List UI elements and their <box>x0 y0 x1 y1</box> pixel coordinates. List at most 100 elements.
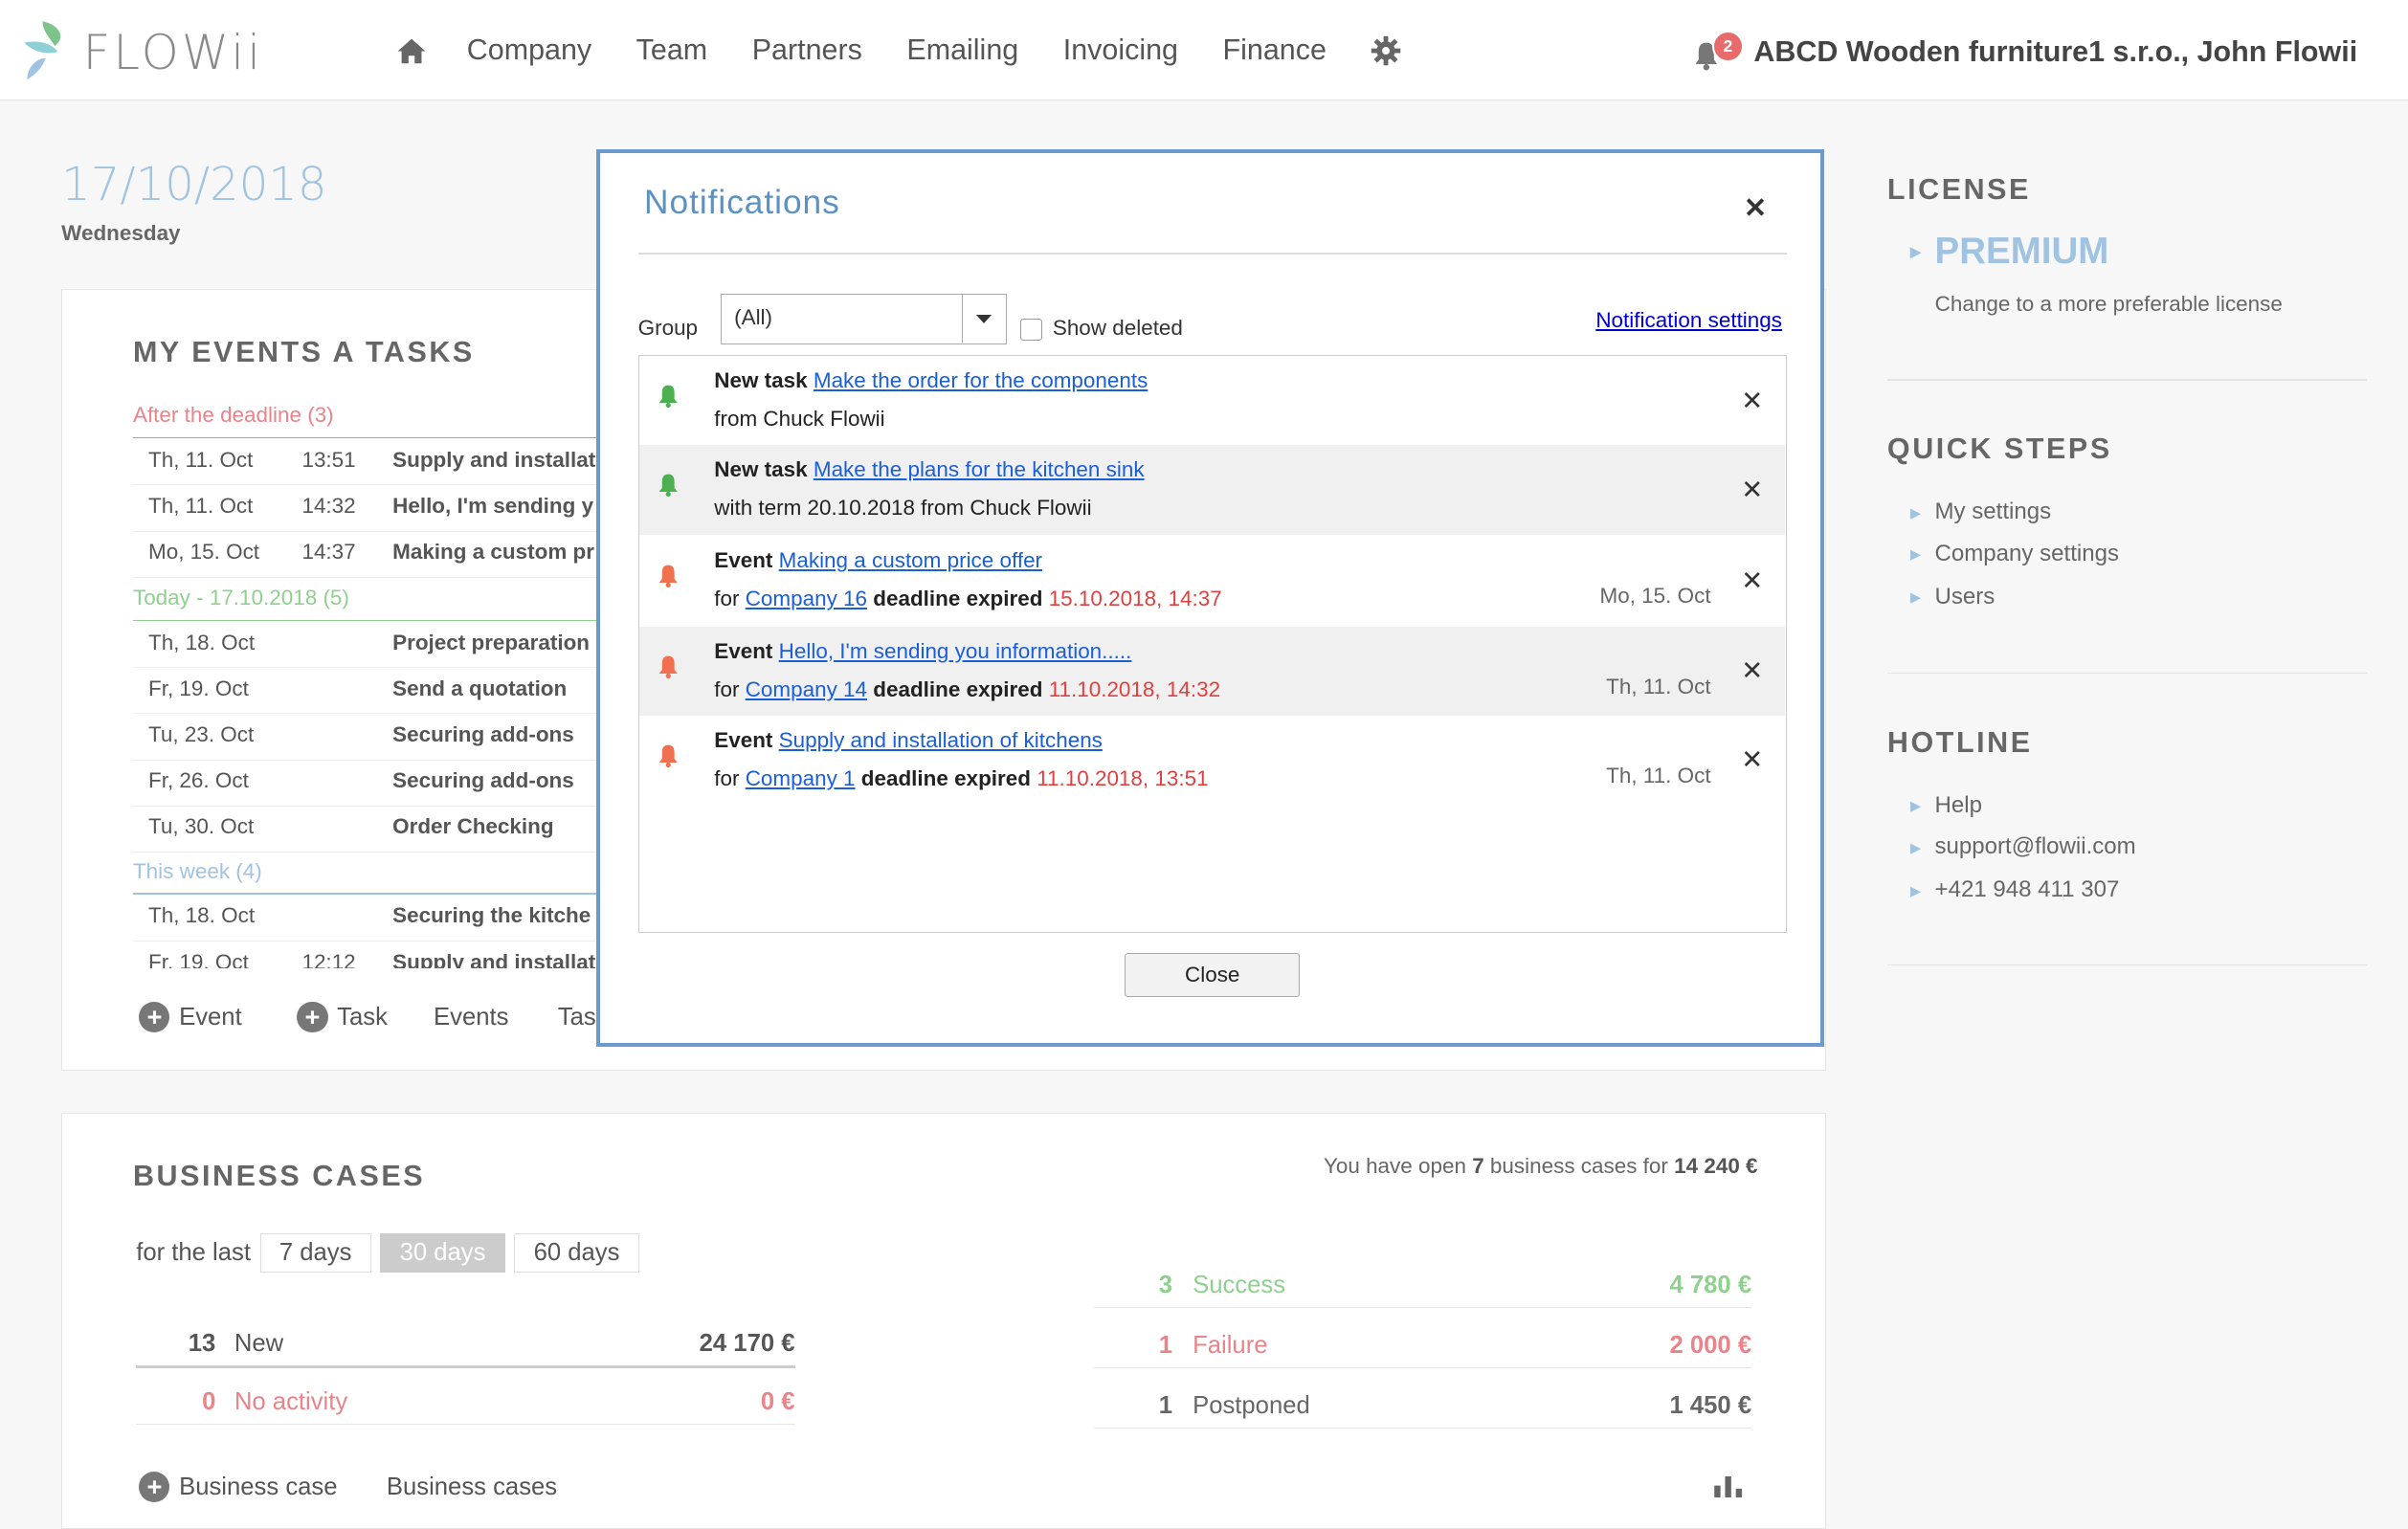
task-row[interactable]: Th, 18. Oct Securing the kitche <box>132 895 625 942</box>
close-icon[interactable]: ✕ <box>1741 386 1763 416</box>
notification-link[interactable]: Making a custom price offer <box>779 548 1042 572</box>
event-row[interactable]: Mo, 15. Oct 14:37 Making a custom pr <box>132 531 625 578</box>
notification-detail: for <box>714 676 746 701</box>
group-today[interactable]: Today - 17.10.2018 (5) <box>133 586 349 610</box>
nav-partners[interactable]: Partners <box>752 33 862 67</box>
flowii-logo[interactable]: FLOWii <box>21 15 282 83</box>
event-name: Hello, I'm sending y <box>392 494 594 519</box>
event-name: Making a custom pr <box>392 540 594 565</box>
notification-item[interactable]: Event Making a custom price offer for Co… <box>639 536 1785 625</box>
period-60-days-button[interactable]: 60 days <box>514 1233 639 1274</box>
task-date: Fr, 19. Oct <box>148 676 249 700</box>
hotline-label: Help <box>1934 791 1982 818</box>
hotline-email[interactable]: ▶ support@flowii.com <box>1910 833 2136 860</box>
group-after-deadline[interactable]: After the deadline (3) <box>133 403 334 428</box>
summary-count: 7 <box>1472 1153 1484 1178</box>
current-date: 17/10/2018 <box>61 158 327 212</box>
stat-postponed[interactable]: 1 Postponed 1 450 € <box>1094 1372 1752 1429</box>
nav-invoicing[interactable]: Invoicing <box>1063 33 1178 67</box>
task-row[interactable]: Fr, 19. Oct Send a quotation <box>132 667 625 715</box>
event-date: Th, 11. Oct <box>148 494 254 519</box>
main-nav: Company Team Partners Emailing Invoicing… <box>396 33 1405 67</box>
close-icon[interactable]: ✕ <box>1741 744 1763 775</box>
notification-link[interactable]: Hello, I'm sending you information..... <box>779 639 1132 663</box>
add-event-button[interactable]: Event <box>179 1004 242 1031</box>
close-button[interactable]: Close <box>1125 952 1301 998</box>
flowii-logo-icon <box>24 21 61 80</box>
triangle-right-icon: ▶ <box>1909 245 1922 261</box>
task-row[interactable]: Tu, 23. Oct Securing add-ons <box>132 713 625 761</box>
notification-link[interactable]: Make the order for the components <box>814 368 1148 392</box>
company-link[interactable]: Company 1 <box>746 766 856 790</box>
notification-settings-link[interactable]: Notification settings <box>1595 308 1782 333</box>
license-heading: LICENSE <box>1886 173 2031 207</box>
close-icon[interactable]: ✕ <box>1744 191 1767 225</box>
task-row[interactable]: Fr, 26. Oct Securing add-ons <box>132 760 625 807</box>
notification-item[interactable]: New task Make the plans for the kitchen … <box>638 445 1785 535</box>
show-deleted-label[interactable]: Show deleted <box>1053 316 1183 341</box>
show-deleted-checkbox[interactable] <box>1020 318 1042 341</box>
tasks-link[interactable]: Tas <box>558 1004 596 1031</box>
group-this-week[interactable]: This week (4) <box>133 859 262 884</box>
period-30-days-button[interactable]: 30 days <box>380 1233 505 1274</box>
task-row[interactable]: Th, 18. Oct Project preparation <box>132 621 625 669</box>
quick-step-label: Company settings <box>1934 540 2120 566</box>
task-name: Securing add-ons <box>392 768 574 793</box>
notification-link[interactable]: Supply and installation of kitchens <box>779 728 1103 752</box>
license-premium-link[interactable]: ▶ PREMIUM <box>1910 231 2108 273</box>
task-row[interactable]: Tu, 30. Oct Order Checking <box>132 806 625 853</box>
bar-chart-icon[interactable] <box>1711 1475 1745 1498</box>
stat-new[interactable]: 13 New 24 170 € <box>136 1311 795 1369</box>
logo-text: FLOWii <box>82 24 264 80</box>
add-task-button[interactable]: Task <box>337 1004 388 1031</box>
nav-team[interactable]: Team <box>636 33 708 67</box>
event-row[interactable]: Th, 11. Oct 13:51 Supply and installat <box>132 438 625 486</box>
stat-success[interactable]: 3 Success 4 780 € <box>1094 1252 1752 1309</box>
chevron-down-icon[interactable] <box>961 295 1006 343</box>
events-link[interactable]: Events <box>434 1004 508 1031</box>
close-icon[interactable]: ✕ <box>1741 655 1763 686</box>
notification-kind: New task <box>714 368 808 393</box>
notification-item[interactable]: Event Supply and installation of kitchen… <box>639 716 1785 805</box>
plus-icon: + <box>297 1002 328 1033</box>
quick-step-company-settings[interactable]: ▶ Company settings <box>1910 541 2119 567</box>
gear-icon[interactable] <box>1371 33 1404 67</box>
close-icon[interactable]: ✕ <box>1741 475 1763 505</box>
notification-item[interactable]: New task Make the order for the componen… <box>639 356 1785 445</box>
company-link[interactable]: Company 16 <box>746 587 867 610</box>
notification-item[interactable]: Event Hello, I'm sending you information… <box>638 626 1785 716</box>
event-name: Supply and installat <box>392 447 595 472</box>
summary-prefix: You have open <box>1323 1153 1473 1178</box>
event-row[interactable]: Th, 11. Oct 14:32 Hello, I'm sending y <box>132 484 625 532</box>
business-cases-link[interactable]: Business cases <box>387 1474 557 1501</box>
event-row[interactable]: Fr, 19. Oct 12:12 Supply and installat <box>133 941 624 968</box>
notifications-bell[interactable]: 2 <box>1694 31 1744 75</box>
nav-emailing[interactable]: Emailing <box>906 33 1018 67</box>
business-cases-actions: + Business case Business cases <box>139 1472 557 1503</box>
nav-finance[interactable]: Finance <box>1223 33 1327 67</box>
hotline-phone[interactable]: ▶ +421 948 411 307 <box>1910 876 2119 903</box>
notification-link[interactable]: Make the plans for the kitchen sink <box>814 457 1145 481</box>
event-date: Th, 11. Oct <box>148 447 254 472</box>
hotline-label: support@flowii.com <box>1934 833 2136 860</box>
notification-kind: Event <box>714 638 773 663</box>
quick-step-my-settings[interactable]: ▶ My settings <box>1910 499 2051 525</box>
period-7-days-button[interactable]: 7 days <box>259 1233 371 1274</box>
top-bar: FLOWii Company Team Partners Emailing In… <box>0 0 2408 101</box>
group-select[interactable]: (All) <box>721 294 1007 345</box>
company-link[interactable]: Company 14 <box>746 677 867 701</box>
nav-company[interactable]: Company <box>467 33 591 67</box>
stat-no-activity[interactable]: 0 No activity 0 € <box>136 1369 795 1426</box>
hotline-help[interactable]: ▶ Help <box>1910 792 1982 819</box>
sidebar-divider <box>1886 672 2367 675</box>
company-user-menu[interactable]: ABCD Wooden furniture1 s.r.o., John Flow… <box>1753 35 2357 69</box>
notification-date: Th, 11. Oct <box>1606 674 1711 698</box>
notification-kind: Event <box>714 547 773 572</box>
plus-icon: + <box>139 1002 170 1033</box>
home-icon[interactable] <box>396 33 430 67</box>
stat-failure[interactable]: 1 Failure 2 000 € <box>1094 1312 1752 1368</box>
add-business-case-button[interactable]: Business case <box>179 1474 337 1501</box>
close-icon[interactable]: ✕ <box>1741 565 1763 596</box>
quick-step-users[interactable]: ▶ Users <box>1910 584 1995 610</box>
change-license-link[interactable]: Change to a more preferable license <box>1935 292 2283 317</box>
